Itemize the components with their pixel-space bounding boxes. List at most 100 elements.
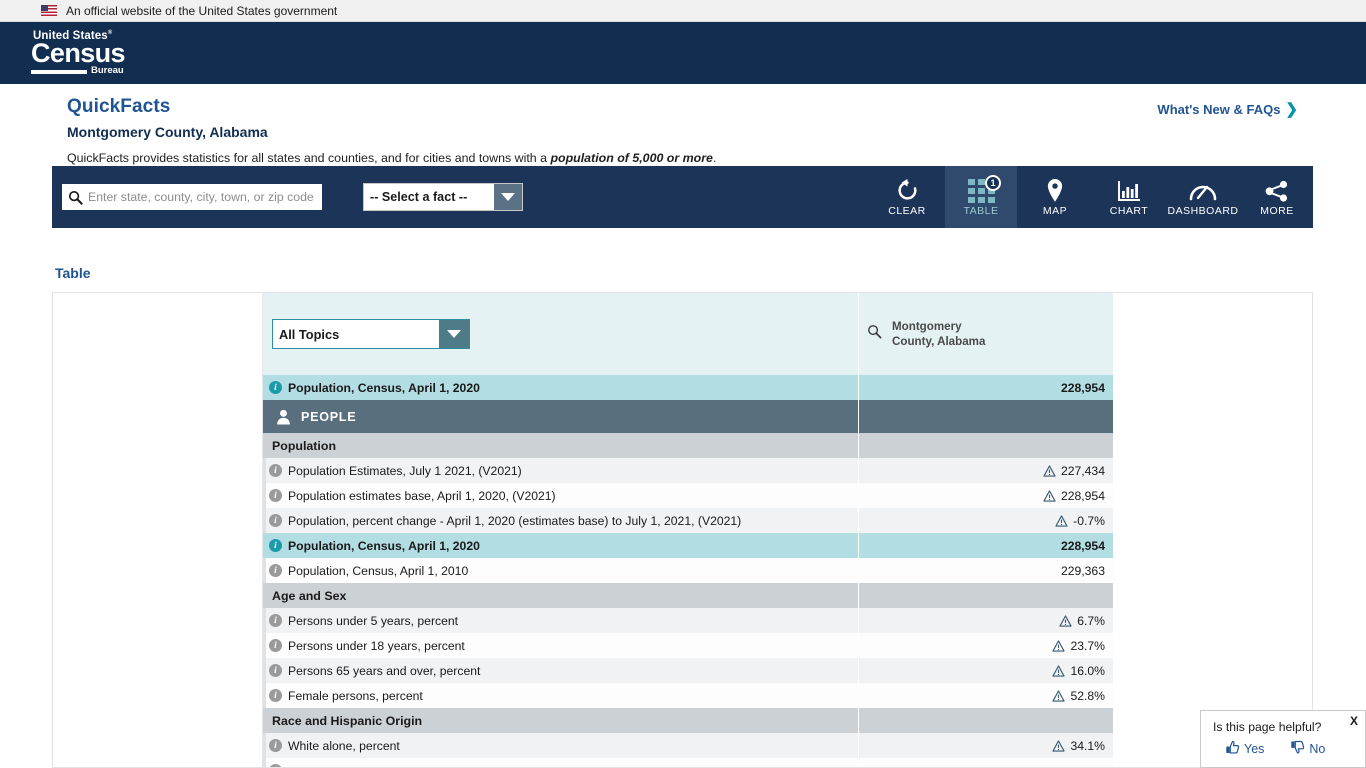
table-row-label-cell: Population — [263, 433, 858, 458]
warning-triangle-icon[interactable] — [1043, 489, 1056, 502]
table-row-value: 228,954 — [1060, 380, 1105, 395]
table-row[interactable]: i Population estimates base, April 1, 202… — [263, 483, 1113, 508]
warning-triangle-icon[interactable] — [1052, 664, 1066, 677]
chevron-down-icon[interactable] — [439, 320, 469, 348]
info-icon[interactable]: i — [269, 764, 282, 767]
table-row[interactable]: i Persons 65 years and over, percent 16.0% — [263, 658, 1113, 683]
feedback-yes-label: Yes — [1244, 742, 1265, 756]
toolbar-button-chart[interactable]: CHART — [1091, 166, 1165, 228]
whats-new-label: What's New & FAQs — [1157, 101, 1281, 117]
table-row-label-cell: i Population estimates base, April 1, 202… — [263, 483, 858, 508]
toolbar-button-dashboard[interactable]: DASHBOARD — [1165, 166, 1239, 228]
toolbar-button-clear[interactable]: CLEAR — [869, 166, 943, 228]
table-row[interactable]: i Population, Census, April 1, 2020 228,95… — [263, 375, 1113, 400]
table-row-value: -0.7% — [1073, 513, 1105, 528]
table-row-value-cell: 227,434 — [858, 458, 1113, 483]
table-row[interactable]: i — [263, 758, 1113, 767]
table-row-value-cell: 34.1% — [858, 733, 1113, 758]
search-input[interactable] — [88, 190, 322, 204]
warning-triangle-icon[interactable] — [1059, 614, 1072, 627]
toolbar-label-table: TABLE — [963, 205, 999, 217]
all-topics-value: All Topics — [279, 326, 340, 342]
census-header: United States® Census Bureau — [0, 22, 1366, 84]
chevron-down-icon[interactable] — [494, 184, 522, 210]
person-icon — [276, 409, 291, 425]
info-icon[interactable]: i — [269, 464, 282, 477]
table-row[interactable]: PEOPLE — [263, 400, 1113, 433]
logo-bar — [31, 69, 87, 74]
info-icon[interactable]: i — [269, 489, 282, 502]
table-row[interactable]: i Population, Census, April 1, 2020 228,95… — [263, 533, 1113, 558]
info-icon-teal[interactable]: i — [269, 381, 282, 394]
table-row-label: PEOPLE — [301, 409, 357, 424]
map-pin-icon — [1044, 177, 1066, 203]
description-prefix: QuickFacts provides statistics for all s… — [67, 151, 551, 165]
thumbs-down-icon — [1290, 740, 1305, 758]
search-toolbar: -- Select a fact -- CLEAR 1 TABLE — [52, 166, 1313, 228]
close-icon[interactable]: X — [1350, 714, 1358, 728]
toolbar-label-dashboard: DASHBOARD — [1167, 205, 1239, 217]
warning-triangle-icon[interactable] — [1043, 464, 1056, 477]
table-row[interactable]: Age and Sex — [263, 583, 1113, 608]
whats-new-faqs-link[interactable]: What's New & FAQs ❯ — [1157, 100, 1298, 118]
toolbar-button-table[interactable]: 1 TABLE — [943, 166, 1017, 228]
info-icon[interactable]: i — [269, 689, 282, 702]
gov-banner: An official website of the United States… — [0, 0, 1366, 22]
logo-registered: ® — [107, 30, 113, 37]
page-title-area: QuickFacts Montgomery County, Alabama Qu… — [0, 84, 1366, 165]
table-row[interactable]: i White alone, percent 34.1% — [263, 733, 1113, 758]
chevron-right-icon: ❯ — [1285, 101, 1298, 118]
table-row-label-cell: Race and Hispanic Origin — [263, 708, 858, 733]
table-row-value: 23.7% — [1070, 638, 1105, 653]
info-icon[interactable]: i — [269, 564, 282, 577]
info-icon[interactable]: i — [269, 614, 282, 627]
table-row[interactable]: Population — [263, 433, 1113, 458]
warning-triangle-icon[interactable] — [1052, 739, 1066, 752]
table-row[interactable]: i Population, percent change - April 1, 2… — [263, 508, 1113, 533]
all-topics-dropdown[interactable]: All Topics — [272, 319, 470, 349]
info-icon[interactable]: i — [269, 514, 282, 527]
table-row[interactable]: i Female persons, percent 52.8% — [263, 683, 1113, 708]
feedback-widget: X Is this page helpful? Yes No — [1200, 710, 1366, 768]
table-row-label-cell: i White alone, percent — [263, 733, 858, 758]
toolbar-actions: CLEAR 1 TABLE MAP CHART DASHBOARD MORE — [869, 166, 1313, 228]
table-row-label-cell: i Female persons, percent — [263, 683, 858, 708]
info-icon[interactable]: i — [269, 739, 282, 752]
table-row-value: 52.8% — [1070, 688, 1105, 703]
us-flag-icon — [41, 5, 57, 16]
toolbar-button-more[interactable]: MORE — [1239, 166, 1313, 228]
logo-line3: Bureau — [91, 65, 124, 77]
table-row[interactable]: i Population, Census, April 1, 2010 229,36… — [263, 558, 1113, 583]
info-icon[interactable]: i — [269, 664, 282, 677]
table-row-label: Population Estimates, July 1 2021, (V202… — [288, 463, 522, 478]
warning-triangle-icon[interactable] — [1055, 514, 1068, 527]
census-bureau-logo[interactable]: United States® Census Bureau — [31, 30, 126, 77]
table-row[interactable]: i Persons under 18 years, percent 23.7% — [263, 633, 1113, 658]
warning-triangle-icon[interactable] — [1052, 689, 1066, 702]
table-row-label: Female persons, percent — [288, 688, 423, 703]
table-row-label: Population, percent change - April 1, 20… — [288, 513, 742, 528]
table-row-label-cell: i — [263, 758, 858, 767]
info-icon-teal[interactable]: i — [269, 539, 282, 552]
table-row-label-cell: i Persons under 18 years, percent — [263, 633, 858, 658]
toolbar-button-map[interactable]: MAP — [1017, 166, 1091, 228]
table-count-badge: 1 — [985, 175, 1001, 191]
table-row-value-cell: 23.7% — [858, 633, 1113, 658]
warning-triangle-icon[interactable] — [1052, 639, 1066, 652]
table-row-value-cell — [858, 433, 1113, 458]
table-header-row: All Topics Montgomery County, Alabama — [263, 293, 1113, 375]
table-row[interactable]: Race and Hispanic Origin — [263, 708, 1113, 733]
feedback-yes-button[interactable]: Yes — [1225, 740, 1264, 758]
geography-search-box[interactable] — [62, 184, 322, 210]
select-a-fact-value: -- Select a fact -- — [370, 190, 468, 204]
info-icon[interactable]: i — [269, 639, 282, 652]
feedback-no-button[interactable]: No — [1290, 740, 1325, 758]
table-row[interactable]: i Persons under 5 years, percent 6.7% — [263, 608, 1113, 633]
table-row-label: Age and Sex — [272, 588, 347, 603]
select-a-fact-dropdown[interactable]: -- Select a fact -- — [363, 183, 523, 211]
toolbar-label-more: MORE — [1260, 205, 1294, 217]
table-row-label-cell: i Persons under 5 years, percent — [263, 608, 858, 633]
search-icon[interactable] — [867, 324, 882, 344]
toolbar-label-chart: CHART — [1109, 205, 1149, 217]
table-row[interactable]: i Population Estimates, July 1 2021, (V20… — [263, 458, 1113, 483]
